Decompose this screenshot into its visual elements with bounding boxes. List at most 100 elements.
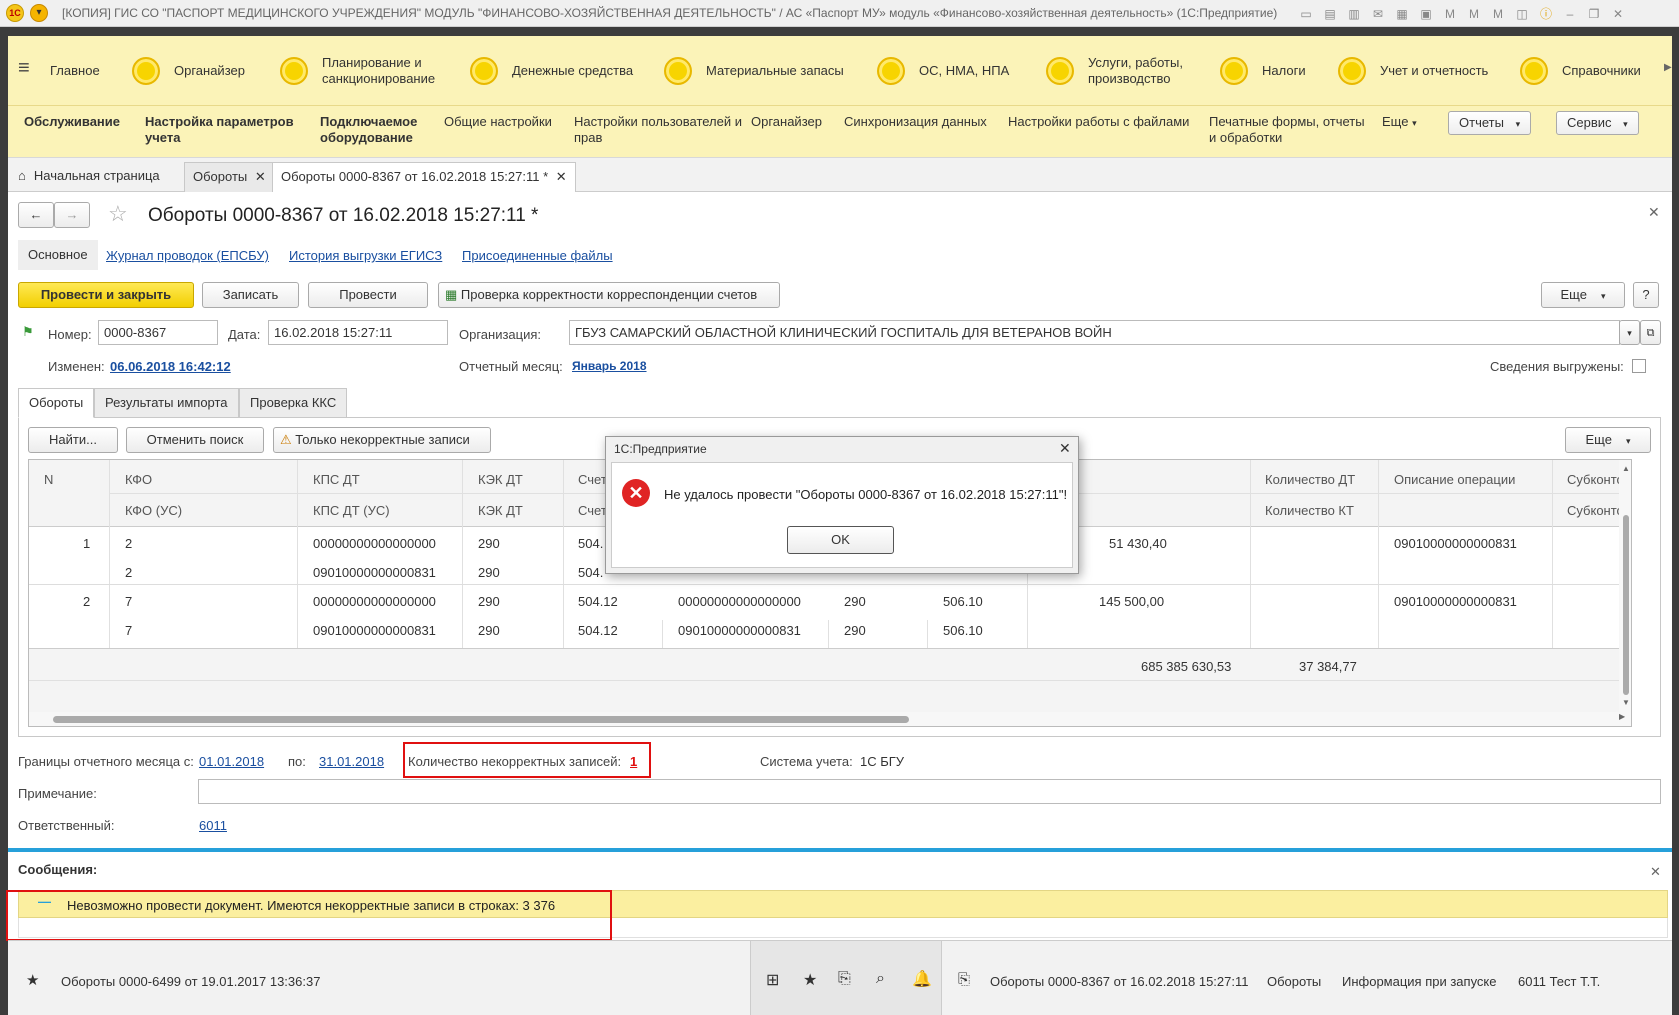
- func-organizer[interactable]: Органайзер: [751, 114, 822, 130]
- func-more[interactable]: Еще ▾: [1382, 114, 1417, 131]
- forward-button[interactable]: →: [54, 202, 90, 228]
- col-kfo[interactable]: КФО: [125, 472, 152, 487]
- cell-schet-kt[interactable]: 506.10: [943, 594, 983, 609]
- cell-kek[interactable]: 290: [478, 623, 500, 638]
- cell-kps-kt[interactable]: 00000000000000000: [678, 594, 801, 609]
- func-files[interactable]: Настройки работы с файлами: [1008, 114, 1189, 130]
- scroll-up-icon[interactable]: ▲: [1622, 464, 1630, 473]
- inner-tab-turnovers[interactable]: Обороты: [18, 388, 95, 418]
- find-button[interactable]: Найти...: [28, 427, 118, 453]
- section-materials[interactable]: Материальные запасы: [664, 36, 844, 106]
- cell-kps[interactable]: 09010000000000831: [313, 623, 436, 638]
- close-form-icon[interactable]: ✕: [1648, 204, 1660, 221]
- section-services[interactable]: Услуги, работы, производство: [1046, 36, 1198, 106]
- close-tab-icon[interactable]: ✕: [255, 169, 266, 184]
- section-references[interactable]: Справочники: [1520, 36, 1641, 106]
- nav-journal[interactable]: Журнал проводок (ЕПСБУ): [106, 248, 269, 263]
- memory-add-icon[interactable]: M: [1466, 7, 1482, 21]
- nav-history[interactable]: История выгрузки ЕГИСЗ: [289, 248, 442, 263]
- col-kfo-us[interactable]: КФО (УС): [125, 503, 182, 518]
- col-desc[interactable]: Описание операции: [1394, 472, 1515, 487]
- horizontal-scroll-thumb[interactable]: [53, 716, 909, 723]
- calendar-icon[interactable]: ▣: [1418, 7, 1434, 21]
- dialog-close-icon[interactable]: ✕: [1059, 440, 1071, 457]
- memory-icon[interactable]: M: [1442, 7, 1458, 21]
- resp-link[interactable]: 6011: [199, 818, 227, 833]
- cell-kfo[interactable]: 2: [125, 536, 132, 551]
- cell-kps[interactable]: 00000000000000000: [313, 594, 436, 609]
- close-tab-icon[interactable]: ✕: [556, 169, 567, 184]
- only-incorrect-button[interactable]: ⚠ Только некорректные записи: [273, 427, 491, 453]
- cell-desc[interactable]: 09010000000000831: [1394, 594, 1517, 609]
- cell-sum[interactable]: 145 500,00: [1099, 594, 1164, 609]
- month-link[interactable]: Январь 2018: [572, 359, 647, 373]
- post-close-button[interactable]: Провести и закрыть: [18, 282, 194, 308]
- org-field[interactable]: ГБУЗ САМАРСКИЙ ОБЛАСТНОЙ КЛИНИЧЕСКИЙ ГОС…: [569, 320, 1620, 345]
- preview-icon[interactable]: ▥: [1346, 7, 1362, 21]
- cell-kps-kt[interactable]: 09010000000000831: [678, 623, 801, 638]
- col-kps-dt-us[interactable]: КПС ДТ (УС): [313, 503, 390, 518]
- cell-kek-kt[interactable]: 290: [844, 623, 866, 638]
- restore-icon[interactable]: ❐: [1586, 7, 1602, 21]
- col-kek-dt[interactable]: КЭК ДТ: [478, 472, 523, 487]
- mail-icon[interactable]: ✉: [1370, 7, 1386, 21]
- cell-sum[interactable]: 51 430,40: [1109, 536, 1167, 551]
- changed-date-link[interactable]: 06.06.2018 16:42:12: [110, 359, 231, 374]
- cell-kfo[interactable]: 7: [125, 623, 132, 638]
- close-messages-icon[interactable]: ✕: [1650, 864, 1661, 880]
- incorrect-count-link[interactable]: 1: [630, 754, 637, 769]
- cell-n[interactable]: 2: [83, 594, 90, 609]
- more-button[interactable]: Еще ▾: [1541, 282, 1625, 308]
- note-field[interactable]: [198, 779, 1661, 804]
- service-button[interactable]: Сервис ▾: [1556, 111, 1639, 135]
- tab-home[interactable]: ⌂ Начальная страница: [10, 162, 168, 192]
- bottom-user[interactable]: 6011 Тест Т.Т.: [1518, 974, 1600, 989]
- ok-button[interactable]: OK: [787, 526, 894, 554]
- info-icon[interactable]: ⓘ: [1538, 5, 1554, 21]
- cell-kek[interactable]: 290: [478, 536, 500, 551]
- section-planning[interactable]: Планирование и санкционирование: [280, 36, 452, 106]
- minimize-icon[interactable]: –: [1562, 7, 1578, 21]
- cell-kfo[interactable]: 7: [125, 594, 132, 609]
- section-main[interactable]: Главное: [50, 36, 100, 106]
- func-print-forms[interactable]: Печатные формы, отчеты и обработки: [1209, 114, 1369, 146]
- cell-schet[interactable]: 504.12: [578, 594, 618, 609]
- help-button[interactable]: ?: [1633, 282, 1659, 308]
- print-icon[interactable]: ▤: [1322, 7, 1338, 21]
- cell-kek-kt[interactable]: 290: [844, 594, 866, 609]
- func-maintenance[interactable]: Обслуживание: [24, 114, 120, 130]
- scroll-down-icon[interactable]: ▼: [1622, 698, 1630, 707]
- period-from-link[interactable]: 01.01.2018: [199, 754, 264, 769]
- vertical-scroll-thumb[interactable]: [1623, 515, 1629, 695]
- org-open-button[interactable]: ⧉: [1640, 320, 1661, 345]
- calc-icon[interactable]: ▦: [1394, 7, 1410, 21]
- cell-schet-kt[interactable]: 506.10: [943, 623, 983, 638]
- tab-turnovers-list[interactable]: Обороты ✕: [184, 162, 275, 192]
- func-params[interactable]: Настройка параметров учета: [145, 114, 305, 146]
- nav-main[interactable]: Основное: [18, 240, 98, 270]
- memory-sub-icon[interactable]: M: [1490, 7, 1506, 21]
- col-qty-dt[interactable]: Количество ДТ: [1265, 472, 1355, 487]
- section-taxes[interactable]: Налоги: [1220, 36, 1306, 106]
- bell-icon[interactable]: 🔔: [912, 969, 932, 989]
- cell-kps[interactable]: 00000000000000000: [313, 536, 436, 551]
- func-equipment[interactable]: Подключаемое оборудование: [320, 114, 430, 146]
- favorite-star-icon[interactable]: ☆: [108, 202, 128, 226]
- col-kps-dt[interactable]: КПС ДТ: [313, 472, 360, 487]
- func-general-settings[interactable]: Общие настройки: [444, 114, 552, 130]
- inner-tab-kks[interactable]: Проверка ККС: [239, 388, 348, 418]
- favorites-icon[interactable]: ★: [803, 970, 817, 990]
- search-icon[interactable]: ⌕: [876, 970, 885, 988]
- date-field[interactable]: 16.02.2018 15:27:11: [268, 320, 448, 345]
- col-schet[interactable]: Счет: [578, 472, 607, 487]
- cancel-search-button[interactable]: Отменить поиск: [126, 427, 264, 453]
- func-sync[interactable]: Синхронизация данных: [844, 114, 987, 130]
- panels-icon[interactable]: ◫: [1514, 7, 1530, 21]
- cell-schet[interactable]: 504.: [578, 536, 603, 551]
- section-organizer[interactable]: Органайзер: [132, 36, 245, 106]
- nav-files[interactable]: Присоединенные файлы: [462, 248, 613, 263]
- bottom-current-doc[interactable]: Обороты 0000-8367 от 16.02.2018 15:27:11: [990, 974, 1248, 989]
- col-qty-kt[interactable]: Количество КТ: [1265, 503, 1354, 518]
- uploaded-checkbox[interactable]: [1632, 359, 1646, 373]
- section-accounting[interactable]: Учет и отчетность: [1338, 36, 1488, 106]
